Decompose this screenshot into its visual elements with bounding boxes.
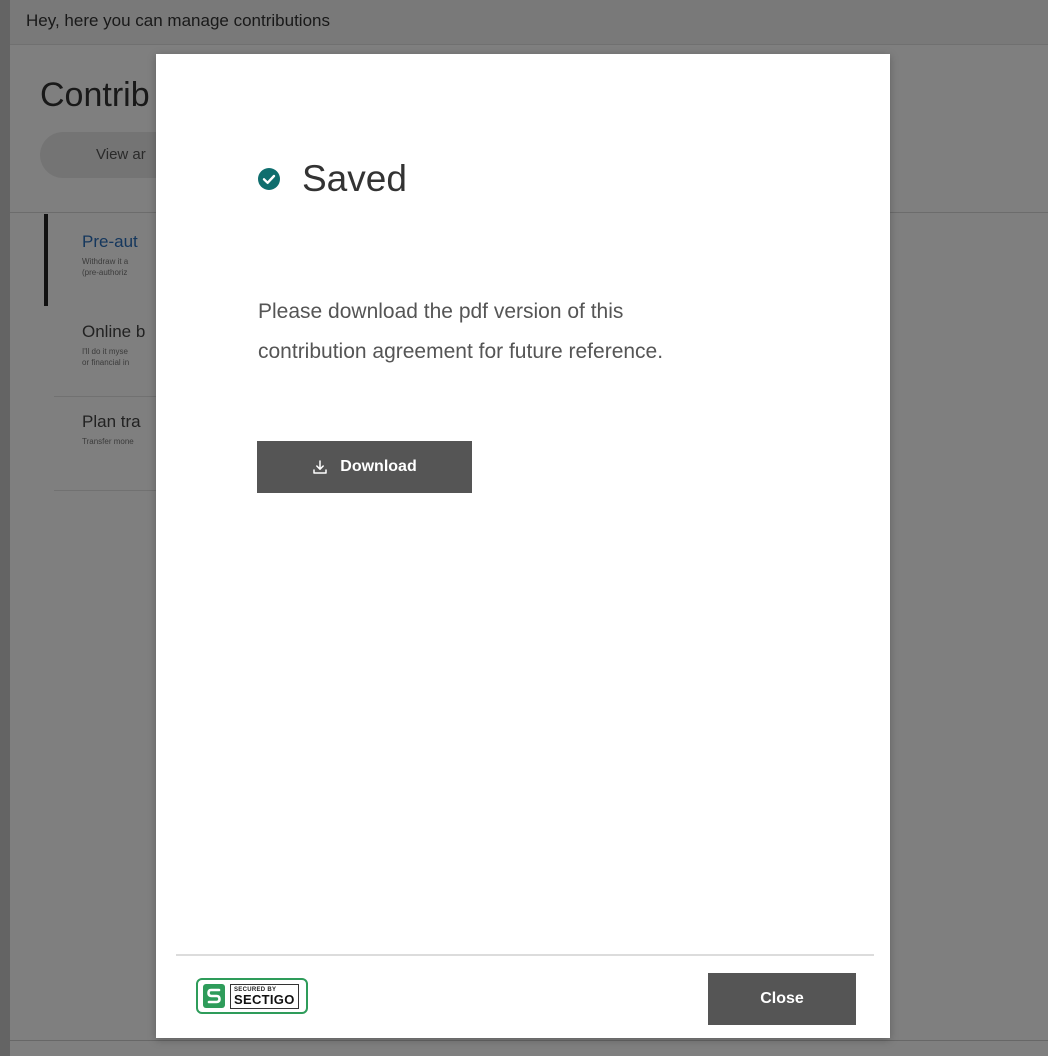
check-circle-icon	[258, 168, 280, 190]
status-title: Saved	[302, 158, 407, 199]
download-message: Please download the pdf version of this …	[258, 300, 664, 363]
sectigo-logo-icon	[203, 984, 225, 1008]
badge-text: SECURED BY SECTIGO	[230, 983, 299, 1009]
download-button-label: Download	[340, 458, 417, 475]
close-button[interactable]: Close	[708, 973, 856, 1025]
badge-brand: SECTIGO	[234, 991, 295, 1007]
saved-dialog: Saved Please download the pdf version of…	[156, 54, 890, 1038]
download-icon	[313, 460, 328, 474]
download-button[interactable]: Download	[257, 441, 472, 493]
status-heading: Saved	[258, 158, 407, 200]
footer-divider	[176, 954, 874, 956]
sectigo-security-badge[interactable]: SECURED BY SECTIGO	[196, 978, 308, 1014]
